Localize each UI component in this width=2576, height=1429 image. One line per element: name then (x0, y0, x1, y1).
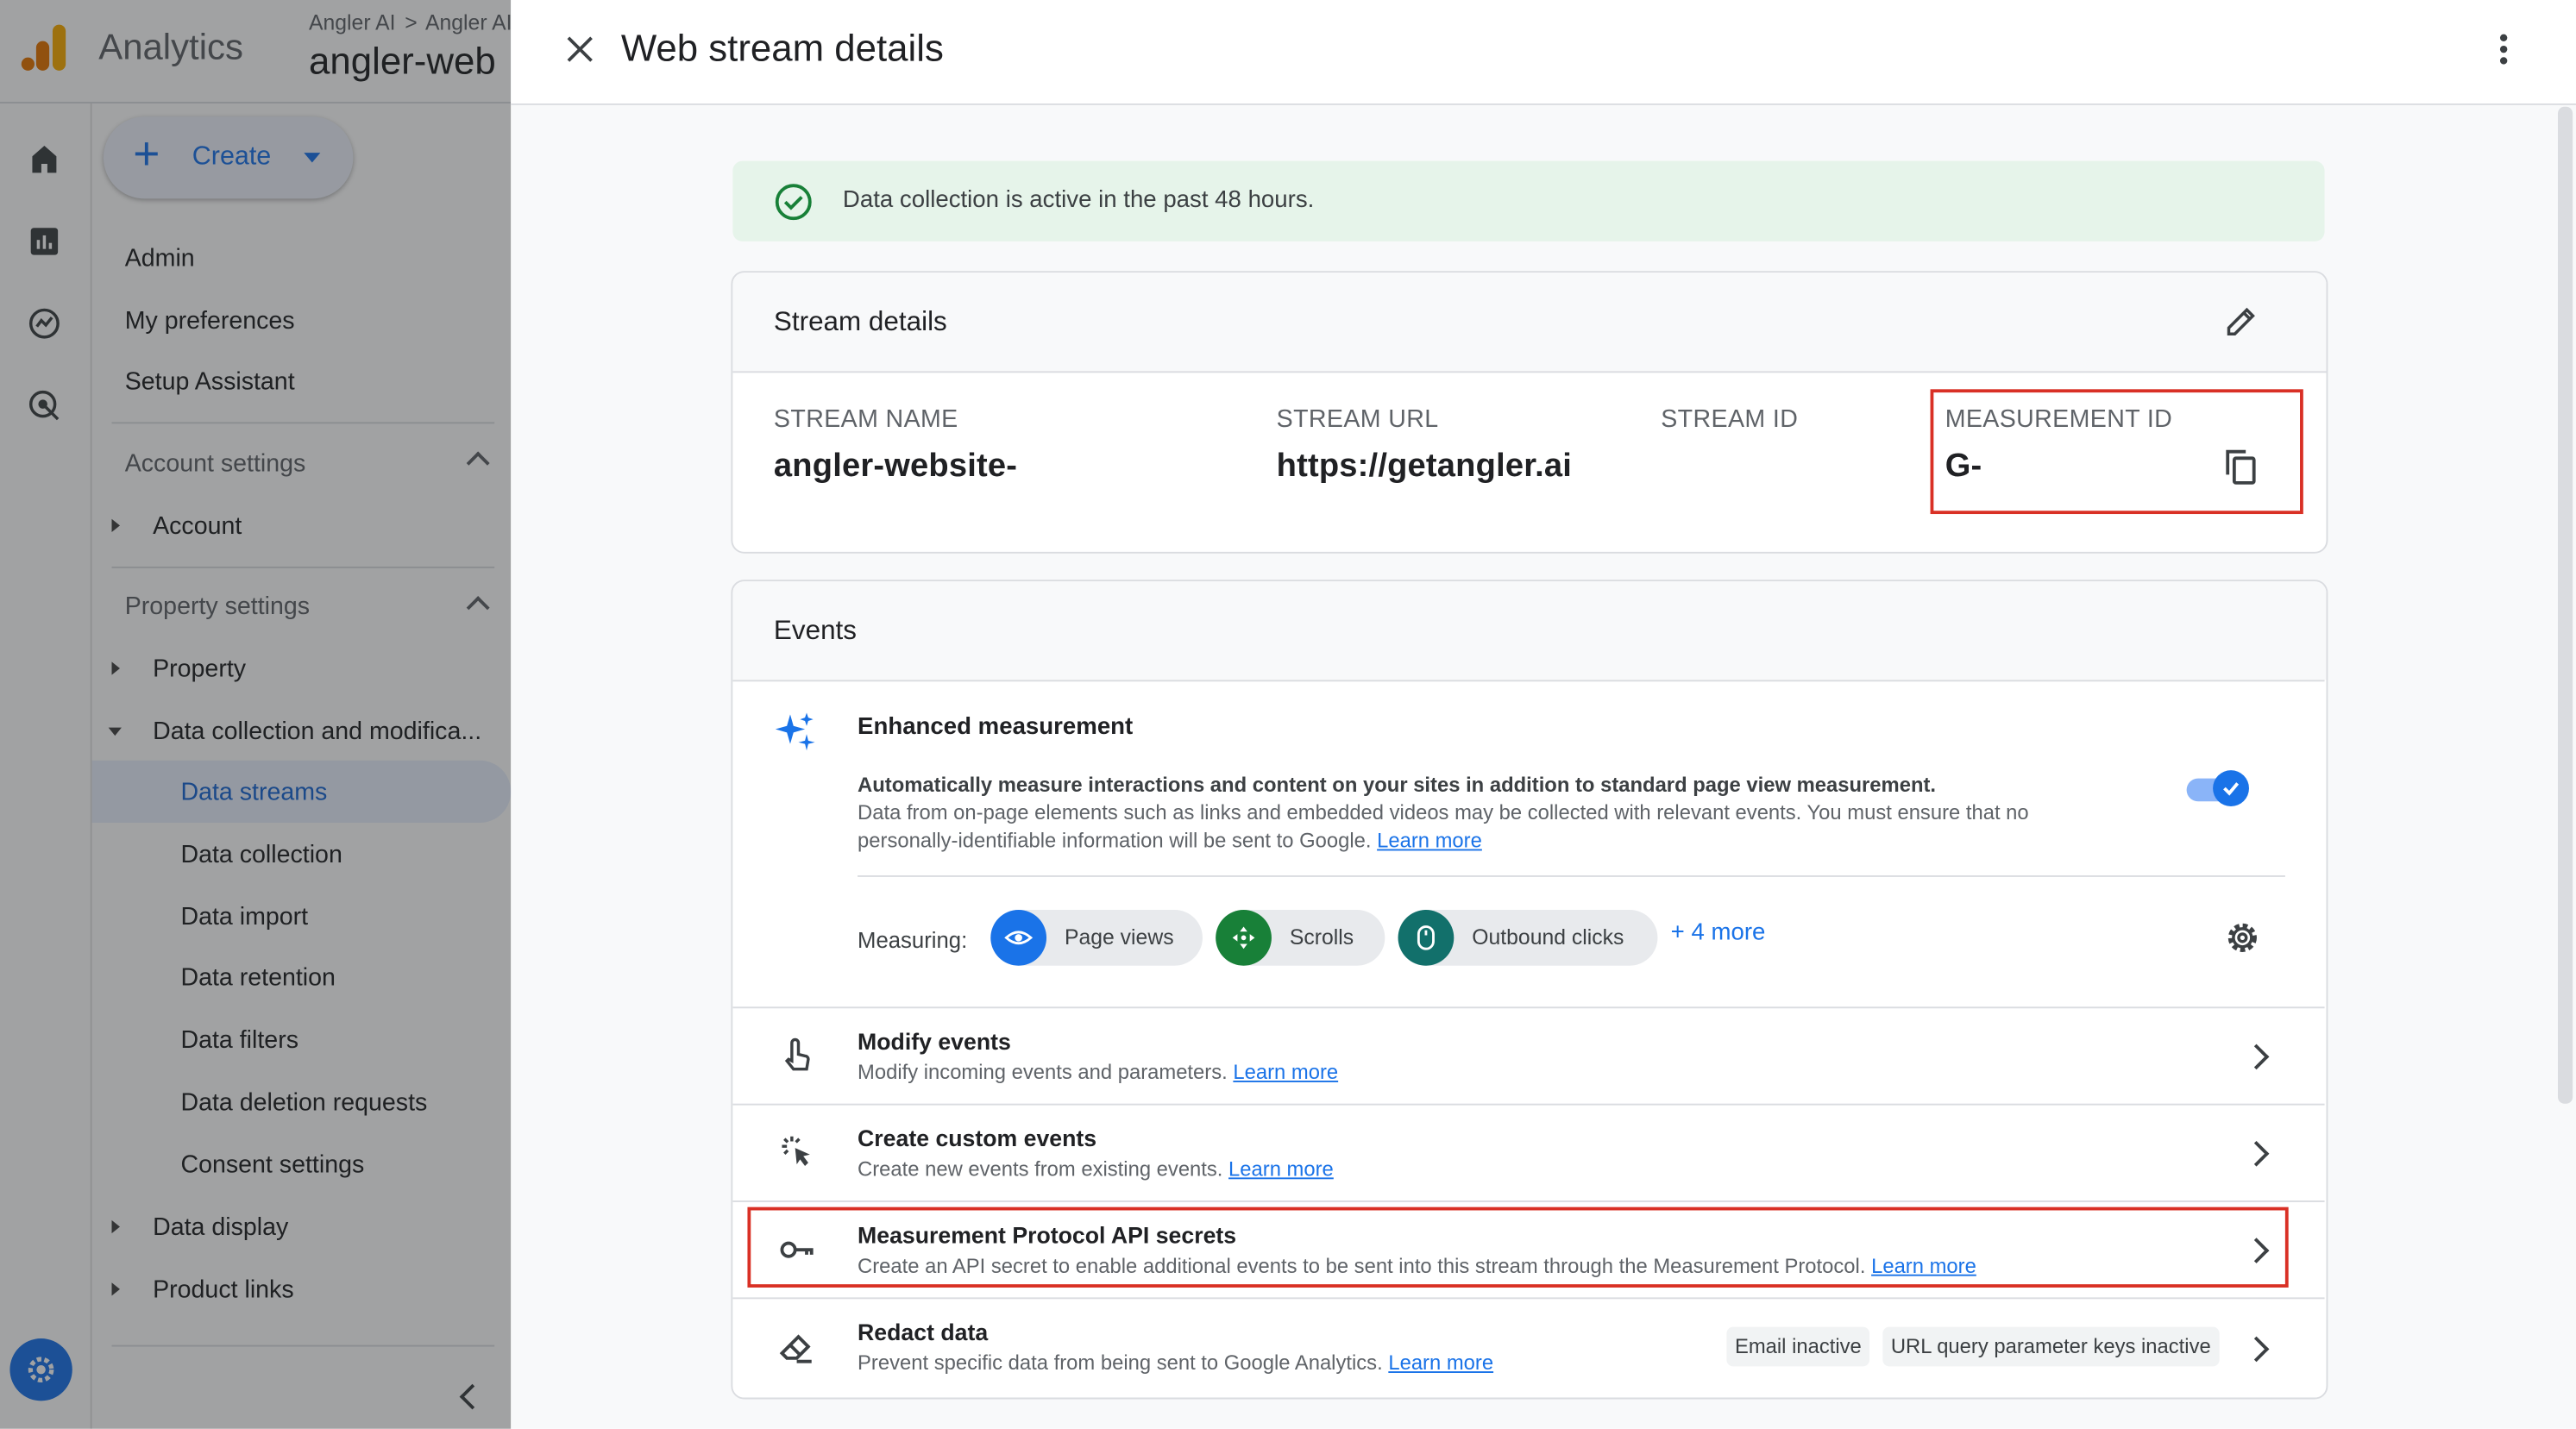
touch-icon (777, 1035, 817, 1075)
chip-outbound-clicks-label: Outbound clicks (1472, 924, 1624, 950)
sparkle-icon (774, 711, 817, 755)
learn-more-link[interactable]: Learn more (1388, 1351, 1493, 1375)
stream-id-label: STREAM ID (1661, 405, 1799, 434)
chip-page-views-label: Page views (1064, 924, 1174, 950)
measurement-id-highlight (1930, 389, 2303, 515)
chip-page-views[interactable]: Page views (990, 909, 1203, 966)
close-icon[interactable] (560, 29, 600, 69)
enhanced-measurement-desc-2-text: personally-identifiable information will… (858, 829, 1372, 853)
measuring-label: Measuring: (858, 927, 968, 953)
scrollbar[interactable] (2557, 106, 2573, 1104)
chevron-right-icon (2243, 1044, 2270, 1070)
measurement-protocol-highlight (747, 1207, 2289, 1288)
stream-url-value: https://getangler.ai (1276, 448, 1573, 485)
analytics-app: Analytics Angler AI > Angler AI angler-w… (0, 0, 512, 1429)
chip-scrolls[interactable]: Scrolls (1216, 909, 1385, 966)
events-header (732, 581, 2327, 680)
panel-header: Web stream details (511, 0, 2576, 105)
eye-icon (990, 909, 1047, 966)
redact-data-desc-text: Prevent specific data from being sent to… (858, 1351, 1383, 1375)
settings-gear-icon[interactable] (2224, 919, 2260, 956)
stream-url-label: STREAM URL (1276, 405, 1439, 434)
learn-more-link[interactable]: Learn more (1228, 1158, 1334, 1181)
panel-title: Web stream details (620, 26, 944, 69)
url-params-status-badge: URL query parameter keys inactive (1882, 1326, 2220, 1367)
modify-events-desc-text: Modify incoming events and parameters. (858, 1061, 1228, 1084)
stream-name-value: angler-website- (773, 448, 1018, 485)
chip-scrolls-label: Scrolls (1289, 924, 1354, 950)
modify-events-desc: Modify incoming events and parameters. L… (858, 1061, 1338, 1084)
status-text: Data collection is active in the past 48… (842, 187, 1315, 214)
stream-name-label: STREAM NAME (773, 405, 958, 434)
stream-details-heading: Stream details (773, 307, 947, 337)
cursor-click-icon (777, 1131, 817, 1171)
enhanced-measurement-title: Enhanced measurement (858, 714, 1134, 741)
enhanced-measurement-desc-1: Data from on-page elements such as links… (858, 801, 2029, 824)
modal-scrim[interactable] (0, 0, 512, 1429)
enhanced-measurement-desc-bold: Automatically measure interactions and c… (858, 773, 1937, 797)
eraser-icon (777, 1327, 817, 1367)
email-status-badge: Email inactive (1726, 1326, 1870, 1367)
more-options-icon[interactable] (2497, 33, 2510, 69)
redact-data-title: Redact data (858, 1319, 989, 1345)
scroll-arrows-icon (1216, 909, 1272, 966)
enhanced-measurement-desc-2: personally-identifiable information will… (858, 830, 1482, 853)
enhanced-measurement-section: Enhanced measurement Automatically measu… (732, 680, 2325, 1009)
create-custom-events-row[interactable]: Create custom events Create new events f… (732, 1103, 2325, 1201)
modify-events-title: Modify events (858, 1028, 1011, 1055)
toggle-check-icon (2213, 770, 2249, 807)
redact-data-desc: Prevent specific data from being sent to… (858, 1351, 1493, 1375)
stream-details-header (732, 273, 2327, 373)
chevron-right-icon (2243, 1336, 2270, 1363)
status-banner: Data collection is active in the past 48… (732, 160, 2325, 241)
chip-outbound-clicks[interactable]: Outbound clicks (1398, 909, 1658, 966)
events-heading: Events (773, 616, 858, 646)
create-custom-events-desc-text: Create new events from existing events. (858, 1157, 1223, 1181)
chevron-right-icon (2243, 1140, 2270, 1167)
web-stream-details-panel: Web stream details Data collection is ac… (511, 0, 2576, 1429)
enhanced-measurement-toggle[interactable] (2186, 770, 2249, 807)
redact-data-row[interactable]: Redact data Prevent specific data from b… (732, 1297, 2325, 1398)
learn-more-link[interactable]: Learn more (1233, 1061, 1338, 1084)
more-events-link[interactable]: + 4 more (1671, 919, 1766, 945)
create-custom-events-title: Create custom events (858, 1125, 1097, 1151)
learn-more-link[interactable]: Learn more (1377, 830, 1482, 853)
enhanced-divider (858, 874, 2285, 877)
modify-events-row[interactable]: Modify events Modify incoming events and… (732, 1006, 2325, 1104)
edit-pencil-icon[interactable] (2223, 304, 2259, 340)
check-circle-icon (774, 182, 814, 222)
mouse-icon (1398, 909, 1454, 966)
create-custom-events-desc: Create new events from existing events. … (858, 1158, 1334, 1181)
